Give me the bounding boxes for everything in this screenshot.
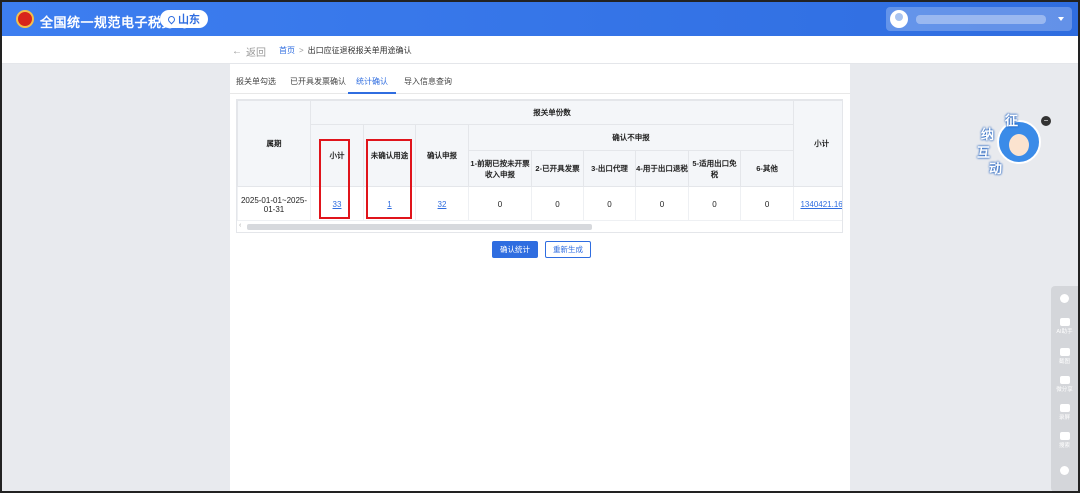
breadcrumb-separator: >: [299, 46, 304, 55]
heart-icon[interactable]: [1051, 294, 1078, 304]
confirm-declare-link[interactable]: 32: [438, 200, 447, 209]
header-subtotal-right: 小计: [793, 100, 842, 187]
horizontal-scrollbar[interactable]: ‹: [237, 220, 842, 232]
mascot-char-1: 征: [1005, 113, 1019, 128]
avatar: [890, 10, 908, 28]
video-icon: [1059, 404, 1070, 412]
breadcrumb: 首页 > 出口应征退税报关单用途确认: [279, 45, 412, 56]
side-tool-label: 搜索: [1058, 443, 1070, 449]
tab-stats-confirm[interactable]: 统计确认: [356, 76, 388, 87]
tab-import-query[interactable]: 导入信息查询: [404, 76, 452, 87]
camera-icon: [1059, 348, 1070, 356]
stats-table-container: 属期 报关单份数 小计 小计 未确认用途 确认申报 确认不申报 1-前期已按未开…: [236, 99, 843, 233]
location-pin-icon: [166, 14, 177, 24]
arrow-left-icon: ←: [232, 46, 242, 57]
cell-reason-2: 0: [531, 186, 584, 223]
mascot-char-4: 动: [989, 161, 1003, 176]
header-confirm-not-declare: 确认不申报: [467, 124, 795, 151]
breadcrumb-current: 出口应征退税报关单用途确认: [307, 46, 412, 55]
header-reason-6: 6-其他: [739, 150, 795, 187]
cell-reason-3: 0: [583, 186, 636, 223]
close-icon[interactable]: −: [1041, 116, 1051, 126]
tab-invoice-confirm[interactable]: 已开具发票确认: [290, 76, 346, 87]
side-tool-ai[interactable]: AI助手: [1051, 318, 1078, 335]
top-header: 全国统一规范电子税务局 山东: [2, 2, 1078, 36]
ai-assistant-icon: [1059, 318, 1070, 326]
back-button[interactable]: ← 返回: [232, 44, 266, 59]
side-tool-label: 微分享: [1056, 387, 1073, 393]
highlight-box-subtotal: [319, 139, 350, 219]
header-reason-5: 5-适用出口免税: [688, 150, 741, 187]
cell-period: 2025-01-01~2025-01-31: [237, 186, 311, 223]
chevron-down-icon: [1058, 17, 1064, 21]
back-label: 返回: [246, 48, 266, 59]
mascot-char-2: 纳: [981, 127, 995, 142]
breadcrumb-home[interactable]: 首页: [279, 45, 295, 56]
share-icon: [1059, 376, 1070, 384]
regenerate-button[interactable]: 重新生成: [545, 241, 591, 258]
highlight-box-unconfirmed: [366, 139, 412, 219]
header-period: 属期: [237, 100, 311, 187]
active-tab-indicator: [348, 92, 396, 94]
cell-confirm-declare: 32: [415, 186, 469, 223]
cell-reason-1: 0: [468, 186, 532, 223]
user-menu[interactable]: [886, 7, 1072, 31]
mascot-avatar-icon: [997, 120, 1041, 164]
tab-declaration-select[interactable]: 报关单勾选: [236, 76, 276, 87]
interaction-mascot[interactable]: 征 纳 互 动 −: [975, 110, 1051, 182]
header-reason-4: 4-用于出口退税: [635, 150, 689, 187]
app-window: 全国统一规范电子税务局 山东 ← 返回 首页 > 出口应征退税报关单用途确认 报…: [0, 0, 1080, 493]
tax-emblem-icon: [16, 10, 34, 28]
cell-reason-4: 0: [635, 186, 689, 223]
cell-reason-5: 0: [688, 186, 741, 223]
scrollbar-thumb[interactable]: [247, 224, 592, 230]
side-tool-label: 截图: [1058, 359, 1070, 365]
region-selector[interactable]: 山东: [160, 10, 208, 28]
confirm-stats-button[interactable]: 确认统计: [492, 241, 538, 258]
side-tool-screenshot[interactable]: 截图: [1051, 348, 1078, 365]
side-tool-search[interactable]: 搜索: [1051, 432, 1078, 449]
scroll-left-icon[interactable]: ‹: [239, 222, 241, 229]
tab-bar: 报关单勾选 已开具发票确认 统计确认 导入信息查询: [230, 68, 850, 94]
side-tool-record[interactable]: 录屏: [1051, 404, 1078, 421]
cell-reason-6: 0: [739, 186, 795, 223]
region-label: 山东: [178, 14, 200, 26]
side-tool-share[interactable]: 微分享: [1051, 376, 1078, 393]
user-name-blurred: [916, 15, 1046, 24]
settings-icon[interactable]: [1051, 466, 1078, 476]
main-panel: 报关单勾选 已开具发票确认 统计确认 导入信息查询 属期 报关单份数 小计 小计…: [230, 64, 850, 491]
header-confirm-declare: 确认申报: [415, 124, 469, 187]
breadcrumb-bar: ← 返回 首页 > 出口应征退税报关单用途确认: [2, 36, 1078, 64]
header-declaration-count: 报关单份数: [309, 100, 795, 125]
header-reason-1: 1-前期已按未开票收入申报: [468, 150, 532, 187]
header-reason-2: 2-已开具发票: [531, 150, 584, 187]
cell-amount-subtotal: 1340421.16: [793, 186, 842, 223]
side-tool-label: AI助手: [1056, 329, 1073, 335]
header-reason-3: 3-出口代理: [583, 150, 636, 187]
side-toolbar: AI助手 截图 微分享 录屏 搜索: [1051, 286, 1078, 491]
search-icon: [1059, 432, 1070, 440]
amount-subtotal-link[interactable]: 1340421.16: [800, 200, 842, 209]
side-tool-label: 录屏: [1058, 415, 1070, 421]
